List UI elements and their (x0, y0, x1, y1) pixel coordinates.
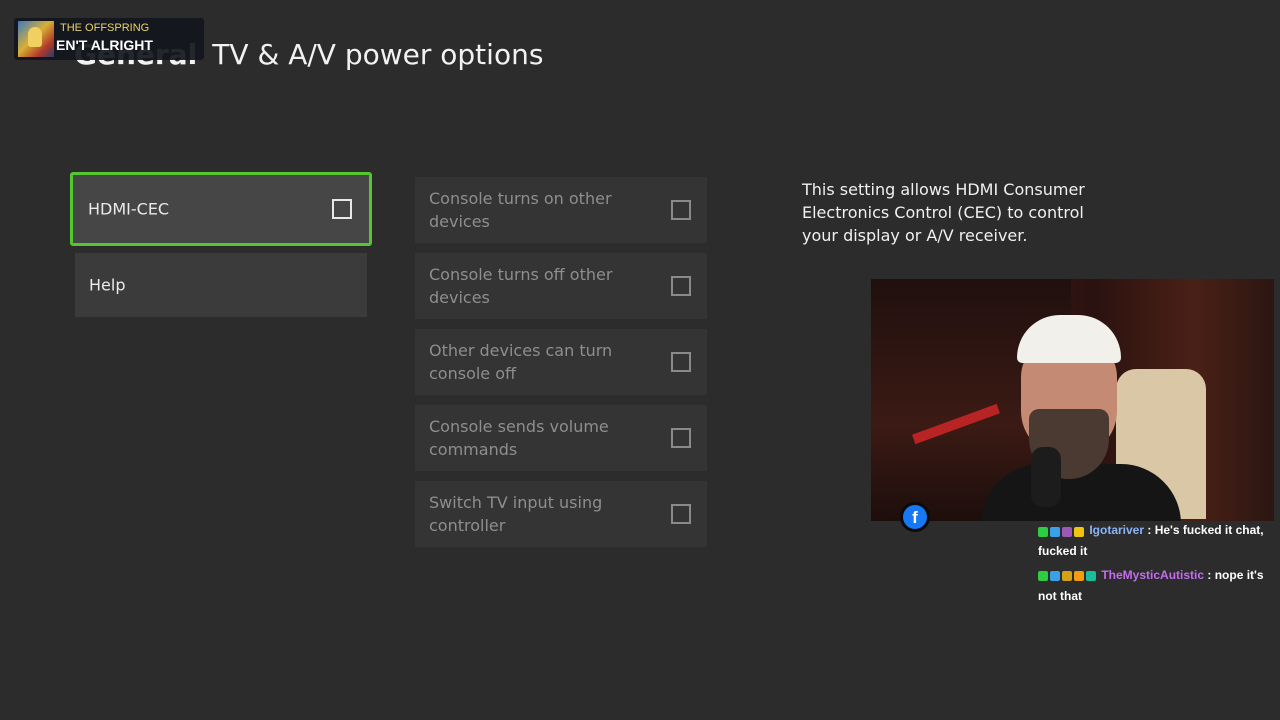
option-checkbox[interactable] (671, 504, 691, 524)
option-label: Other devices can turn console off (429, 341, 613, 383)
chat-username: Igotariver (1089, 523, 1145, 537)
facebook-icon: f (903, 505, 927, 529)
chat-message: TheMysticAutistic : nope it's not that (1038, 565, 1268, 606)
now-playing-artist: THE OFFSPRING (60, 22, 150, 34)
badge-icon (1038, 571, 1048, 582)
badge-icon (1062, 571, 1072, 582)
badge-icon (1074, 571, 1084, 582)
page-title: TV & A/V power options (212, 38, 544, 71)
badge-icon (1086, 571, 1096, 582)
option-label: Console sends volume commands (429, 417, 609, 459)
chat-username: TheMysticAutistic (1101, 567, 1205, 582)
album-art (18, 21, 54, 57)
badge-icon (1050, 571, 1060, 582)
badge-icon (1074, 526, 1084, 537)
hdmi-cec-toggle[interactable]: HDMI-CEC (70, 172, 372, 246)
chat-badges (1038, 566, 1098, 586)
webcam-overlay (871, 279, 1274, 521)
chat-overlay: Igotariver : He's fucked it chat, fucked… (1038, 520, 1268, 610)
option-checkbox[interactable] (671, 200, 691, 220)
option-label: Console turns off other devices (429, 265, 613, 307)
option-switch-tv-input[interactable]: Switch TV input using controller (415, 481, 707, 547)
webcam-microphone (1031, 447, 1061, 507)
help-label: Help (89, 275, 126, 295)
now-playing-overlay: THE OFFSPRING EN'T ALRIGHT (14, 18, 204, 60)
help-button[interactable]: Help (75, 253, 367, 317)
option-label: Switch TV input using controller (429, 493, 603, 535)
option-checkbox[interactable] (671, 352, 691, 372)
option-console-turns-on-devices[interactable]: Console turns on other devices (415, 177, 707, 243)
option-label: Console turns on other devices (429, 189, 612, 231)
option-devices-turn-console-off[interactable]: Other devices can turn console off (415, 329, 707, 395)
option-console-sends-volume[interactable]: Console sends volume commands (415, 405, 707, 471)
now-playing-title: EN'T ALRIGHT (56, 37, 153, 53)
setting-description: This setting allows HDMI Consumer Electr… (802, 180, 1085, 245)
option-checkbox[interactable] (671, 428, 691, 448)
hdmi-cec-checkbox[interactable] (332, 199, 352, 219)
hdmi-cec-label: HDMI-CEC (88, 199, 170, 219)
badge-icon (1050, 526, 1060, 537)
option-console-turns-off-devices[interactable]: Console turns off other devices (415, 253, 707, 319)
chat-message: Igotariver : He's fucked it chat, fucked… (1038, 520, 1268, 561)
badge-icon (1062, 526, 1072, 537)
chat-badges (1038, 521, 1086, 541)
badge-icon (1038, 526, 1048, 537)
option-checkbox[interactable] (671, 276, 691, 296)
